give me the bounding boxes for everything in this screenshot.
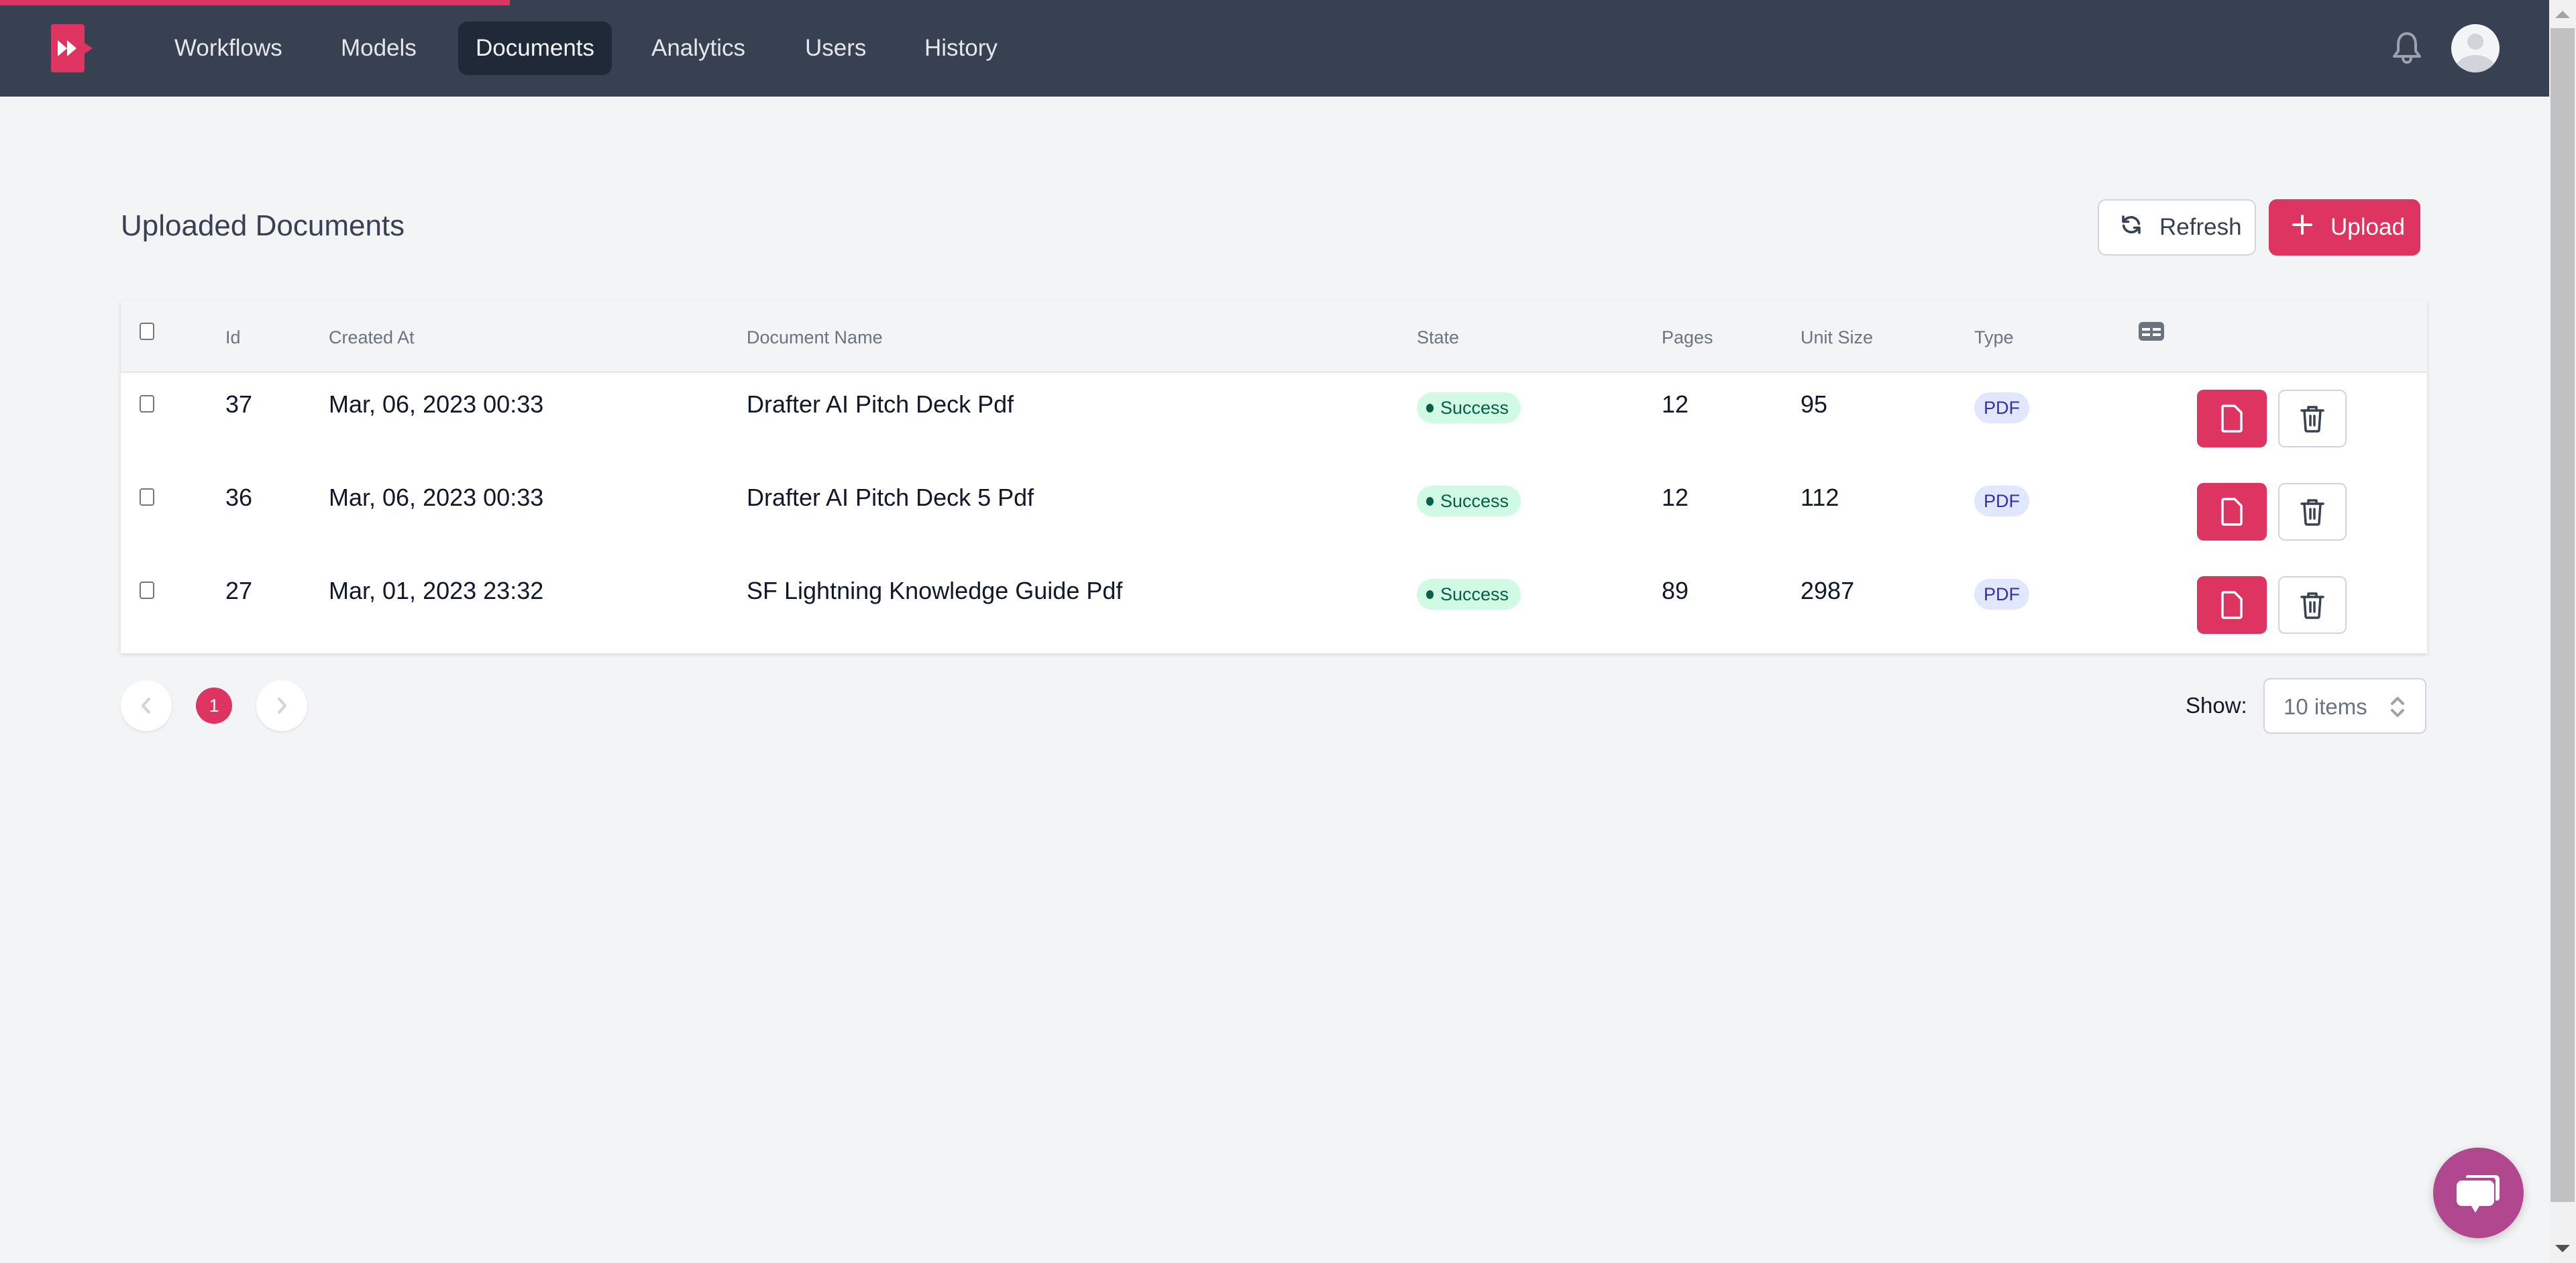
previous-page-button[interactable] (121, 680, 172, 731)
nav-documents[interactable]: Documents (458, 21, 612, 75)
column-header-state[interactable]: State (1417, 327, 1459, 348)
row-pages: 12 (1662, 390, 1689, 418)
column-header-unit-size[interactable]: Unit Size (1801, 327, 1873, 348)
column-header-pages[interactable]: Pages (1662, 327, 1713, 348)
state-badge: Success (1417, 486, 1521, 516)
plus-icon (2292, 214, 2313, 241)
next-page-button[interactable] (256, 680, 307, 731)
state-badge: Success (1417, 579, 1521, 610)
row-id: 36 (225, 484, 253, 511)
row-unit-size: 2987 (1801, 577, 1855, 604)
page-size-value: 10 items (2284, 694, 2367, 719)
page-scrollbar[interactable] (2549, 0, 2576, 1263)
nav-users[interactable]: Users (788, 21, 883, 75)
type-badge: PDF (1974, 392, 2029, 423)
state-badge: Success (1417, 392, 1521, 423)
row-created-at: Mar, 06, 2023 00:33 (329, 390, 544, 418)
row-document-name[interactable]: Drafter AI Pitch Deck Pdf (747, 390, 1014, 419)
scroll-up-arrow-icon[interactable] (2555, 11, 2570, 18)
status-dot-icon (1426, 590, 1434, 599)
state-label: Success (1440, 584, 1509, 604)
user-avatar-icon[interactable] (2451, 24, 2500, 72)
delete-document-button[interactable] (2278, 576, 2347, 634)
top-navigation: Workflows Models Documents Analytics Use… (0, 0, 2549, 97)
documents-table: Id Created At Document Name State Pages … (121, 300, 2427, 653)
row-id: 37 (225, 390, 253, 418)
type-badge: PDF (1974, 579, 2029, 610)
refresh-button[interactable]: Refresh (2098, 199, 2256, 256)
trash-icon (2300, 406, 2324, 433)
upload-label: Upload (2330, 214, 2405, 240)
column-header-document-name[interactable]: Document Name (747, 327, 883, 348)
table-row[interactable]: 27 Mar, 01, 2023 23:32 SF Lightning Know… (121, 559, 2427, 653)
nav-analytics[interactable]: Analytics (634, 21, 763, 75)
refresh-icon (2119, 213, 2143, 243)
delete-document-button[interactable] (2278, 483, 2347, 541)
chat-support-button[interactable] (2433, 1148, 2524, 1238)
row-unit-size: 95 (1801, 390, 1828, 418)
state-label: Success (1440, 491, 1509, 511)
page-number-current[interactable]: 1 (196, 688, 232, 724)
row-checkbox[interactable] (140, 488, 154, 506)
chevron-up-down-icon (2390, 696, 2405, 722)
view-document-button[interactable] (2197, 576, 2267, 634)
page-size-label: Show: (2186, 693, 2247, 718)
select-all-checkbox[interactable] (140, 323, 154, 340)
row-id: 27 (225, 577, 253, 604)
row-pages: 12 (1662, 484, 1689, 511)
refresh-label: Refresh (2159, 214, 2242, 240)
row-created-at: Mar, 01, 2023 23:32 (329, 577, 544, 604)
page-size-select[interactable]: 10 items (2263, 678, 2426, 734)
scroll-down-arrow-icon[interactable] (2555, 1245, 2570, 1252)
row-checkbox[interactable] (140, 582, 154, 599)
scrollbar-thumb[interactable] (2551, 28, 2575, 1202)
column-header-created-at[interactable]: Created At (329, 327, 415, 348)
status-dot-icon (1426, 496, 1434, 506)
table-columns-icon[interactable] (2139, 322, 2164, 344)
row-unit-size: 112 (1801, 484, 1839, 511)
file-icon (2221, 404, 2243, 433)
table-row[interactable]: 36 Mar, 06, 2023 00:33 Drafter AI Pitch … (121, 466, 2427, 559)
row-document-name[interactable]: SF Lightning Knowledge Guide Pdf (747, 577, 1122, 605)
table-row[interactable]: 37 Mar, 06, 2023 00:33 Drafter AI Pitch … (121, 373, 2427, 466)
upload-button[interactable]: Upload (2269, 199, 2420, 256)
table-header: Id Created At Document Name State Pages … (121, 300, 2427, 373)
page-loading-bar (0, 0, 510, 5)
row-document-name[interactable]: Drafter AI Pitch Deck 5 Pdf (747, 484, 1034, 512)
app-logo-icon[interactable] (51, 24, 93, 72)
chevron-right-icon (278, 698, 286, 714)
nav-workflows[interactable]: Workflows (157, 21, 300, 75)
file-icon (2221, 591, 2243, 619)
bell-icon[interactable] (2392, 31, 2422, 64)
type-badge: PDF (1974, 486, 2029, 516)
nav-history[interactable]: History (907, 21, 1015, 75)
row-created-at: Mar, 06, 2023 00:33 (329, 484, 544, 511)
state-label: Success (1440, 398, 1509, 418)
column-header-id[interactable]: Id (225, 327, 241, 348)
delete-document-button[interactable] (2278, 390, 2347, 447)
view-document-button[interactable] (2197, 390, 2267, 447)
row-checkbox[interactable] (140, 395, 154, 413)
nav-models[interactable]: Models (323, 21, 434, 75)
view-document-button[interactable] (2197, 483, 2267, 541)
trash-icon (2300, 499, 2324, 526)
file-icon (2221, 498, 2243, 526)
chevron-left-icon (142, 698, 150, 714)
page-title: Uploaded Documents (121, 209, 405, 242)
column-header-type[interactable]: Type (1974, 327, 2014, 348)
trash-icon (2300, 592, 2324, 619)
row-pages: 89 (1662, 577, 1689, 604)
status-dot-icon (1426, 403, 1434, 413)
chat-bubbles-icon (2456, 1174, 2500, 1213)
